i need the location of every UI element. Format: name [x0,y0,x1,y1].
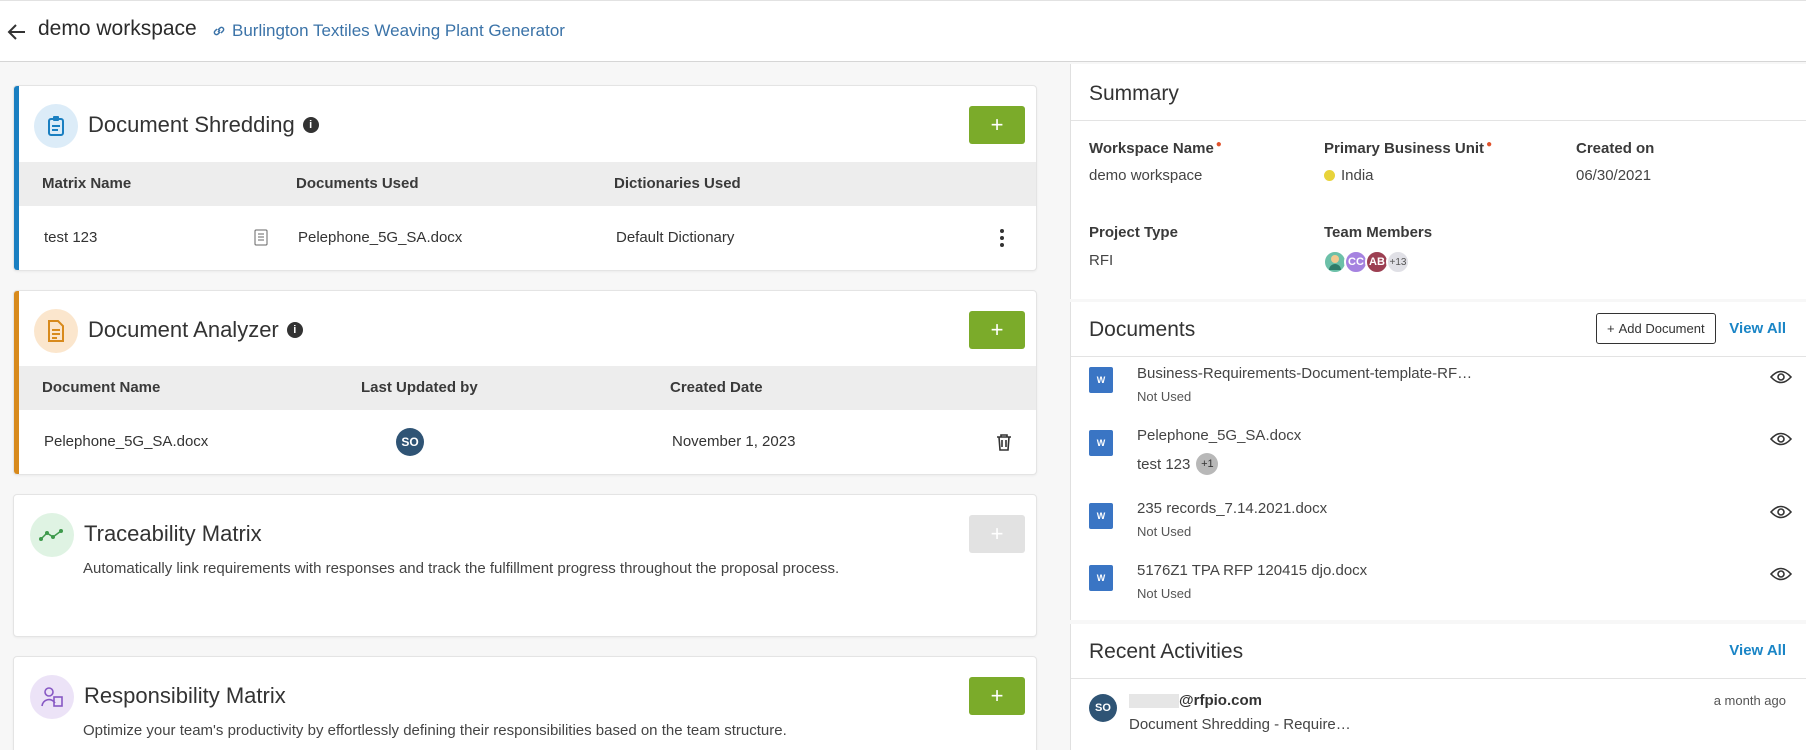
document-shredding-card: Document Shredding i + Matrix Name Docum… [13,85,1037,271]
dictionaries-used: Default Dictionary [616,229,735,246]
add-traceability-button[interactable]: + [969,515,1025,553]
card-title-row: Document Analyzer i [88,317,303,343]
add-shredding-button[interactable]: + [969,106,1025,144]
business-unit-value: India [1324,167,1374,184]
divider [1071,678,1806,679]
workspace-title: demo workspace [38,17,197,40]
workspace-name-label: Workspace Name ● [1089,139,1222,157]
column-header: Document Name [42,379,161,396]
card-description: Automatically link requirements with res… [83,560,840,577]
add-document-button[interactable]: + Add Document [1596,313,1716,344]
document-analyzer-icon [34,309,78,353]
document-status: Not Used [1137,586,1192,601]
document-name[interactable]: Pelephone_5G_SA.docx [44,433,208,450]
created-on-value: 06/30/2021 [1576,167,1652,184]
recent-activities-title: Recent Activities [1089,640,1244,663]
document-icon [254,229,268,246]
more-members-badge[interactable]: +13 [1386,250,1410,274]
divider [1071,356,1806,357]
document-status: Not Used [1137,524,1192,539]
project-type-value: RFI [1089,252,1114,269]
activity-email: @rfpio.com [1179,692,1262,709]
card-title-row: Document Shredding i [88,112,319,138]
column-header: Created Date [670,379,763,396]
column-header: Matrix Name [42,175,132,192]
document-analyzer-card: Document Analyzer i + Document Name Last… [13,290,1037,475]
document-name[interactable]: Pelephone_5G_SA.docx [1137,427,1301,444]
required-marker: ● [1486,139,1493,150]
redacted-block [1129,693,1179,708]
column-header: Last Updated by [361,379,478,396]
documents-view-all-link[interactable]: View All [1729,320,1786,337]
more-options-icon[interactable] [999,228,1005,248]
workspace-name-value: demo workspace [1089,167,1203,184]
divider [1071,120,1806,121]
business-unit-label: Primary Business Unit ● [1324,139,1493,157]
document-status: test 123 [1137,455,1191,473]
activity-user: @rfpio.com [1129,692,1262,709]
document-name[interactable]: 235 records_7.14.2021.docx [1137,500,1327,517]
project-link-label: Burlington Textiles Weaving Plant Genera… [232,21,565,40]
word-doc-icon: W [1089,430,1113,456]
summary-panel: Summary Workspace Name ● demo workspace P… [1070,64,1806,299]
activities-view-all-link[interactable]: View All [1729,642,1786,659]
card-description: Optimize your team's productivity by eff… [83,722,787,739]
document-usage: test 123 +1 [1137,453,1219,475]
eye-icon[interactable] [1770,567,1792,581]
label-text: Primary Business Unit [1324,140,1485,157]
card-title: Document Shredding [88,112,295,137]
card-title: Responsibility Matrix [84,683,286,708]
project-link[interactable]: Burlington Textiles Weaving Plant Genera… [212,21,565,41]
documents-used: Pelephone_5G_SA.docx [298,229,463,246]
usage-count-badge[interactable]: +1 [1196,453,1219,475]
word-doc-icon: W [1089,503,1113,529]
column-header: Documents Used [296,175,419,192]
eye-icon[interactable] [1770,432,1792,446]
recent-activities-panel: Recent Activities View All SO @rfpio.com… [1070,624,1806,750]
label-text: Workspace Name [1089,140,1214,157]
user-clipboard-icon [30,675,74,719]
business-unit-text: India [1341,167,1374,184]
card-title: Traceability Matrix [84,521,262,546]
top-bar: demo workspace Burlington Textiles Weavi… [0,0,1806,62]
eye-icon[interactable] [1770,370,1792,384]
activity-text: Document Shredding - Require… [1129,716,1351,733]
project-type-label: Project Type [1089,224,1178,241]
created-on-label: Created on [1576,140,1655,157]
activity-time: a month ago [1713,693,1786,708]
documents-panel: Documents + Add Document View All W Busi… [1070,302,1806,620]
avatar: SO [396,428,424,456]
word-doc-icon: W [1089,565,1113,591]
team-members-label: Team Members [1324,224,1433,241]
link-icon [213,26,225,36]
info-icon[interactable]: i [286,322,303,338]
column-header: Dictionaries Used [614,175,741,192]
plus-icon: + [1607,321,1615,336]
table-header: Document Name Last Updated by Created Da… [19,366,1036,410]
traceability-matrix-card: Traceability Matrix + Automatically link… [13,494,1037,637]
avatar: SO [1089,694,1117,722]
documents-title: Documents [1089,318,1196,341]
status-dot [1324,170,1335,181]
add-responsibility-button[interactable]: + [969,677,1025,715]
info-icon[interactable]: i [302,117,319,133]
table-header: Matrix Name Documents Used Dictionaries … [19,162,1036,206]
word-doc-icon: W [1089,367,1113,393]
back-arrow-icon[interactable] [6,19,28,45]
matrix-name[interactable]: test 123 [44,229,97,246]
document-name[interactable]: 5176Z1 TPA RFP 120415 djo.docx [1137,562,1367,579]
responsibility-matrix-card: Responsibility Matrix + Optimize your te… [13,656,1037,750]
trend-line-icon [30,513,74,557]
trash-icon[interactable] [996,433,1012,451]
add-document-label: Add Document [1618,321,1705,336]
summary-title: Summary [1089,82,1179,105]
required-marker: ● [1215,139,1222,150]
eye-icon[interactable] [1770,505,1792,519]
clipboard-icon [34,104,78,148]
document-name[interactable]: Business-Requirements-Document-template-… [1137,365,1472,382]
card-title: Document Analyzer [88,317,279,342]
created-date: November 1, 2023 [672,433,796,450]
add-analyzer-button[interactable]: + [969,311,1025,349]
document-status: Not Used [1137,389,1192,404]
